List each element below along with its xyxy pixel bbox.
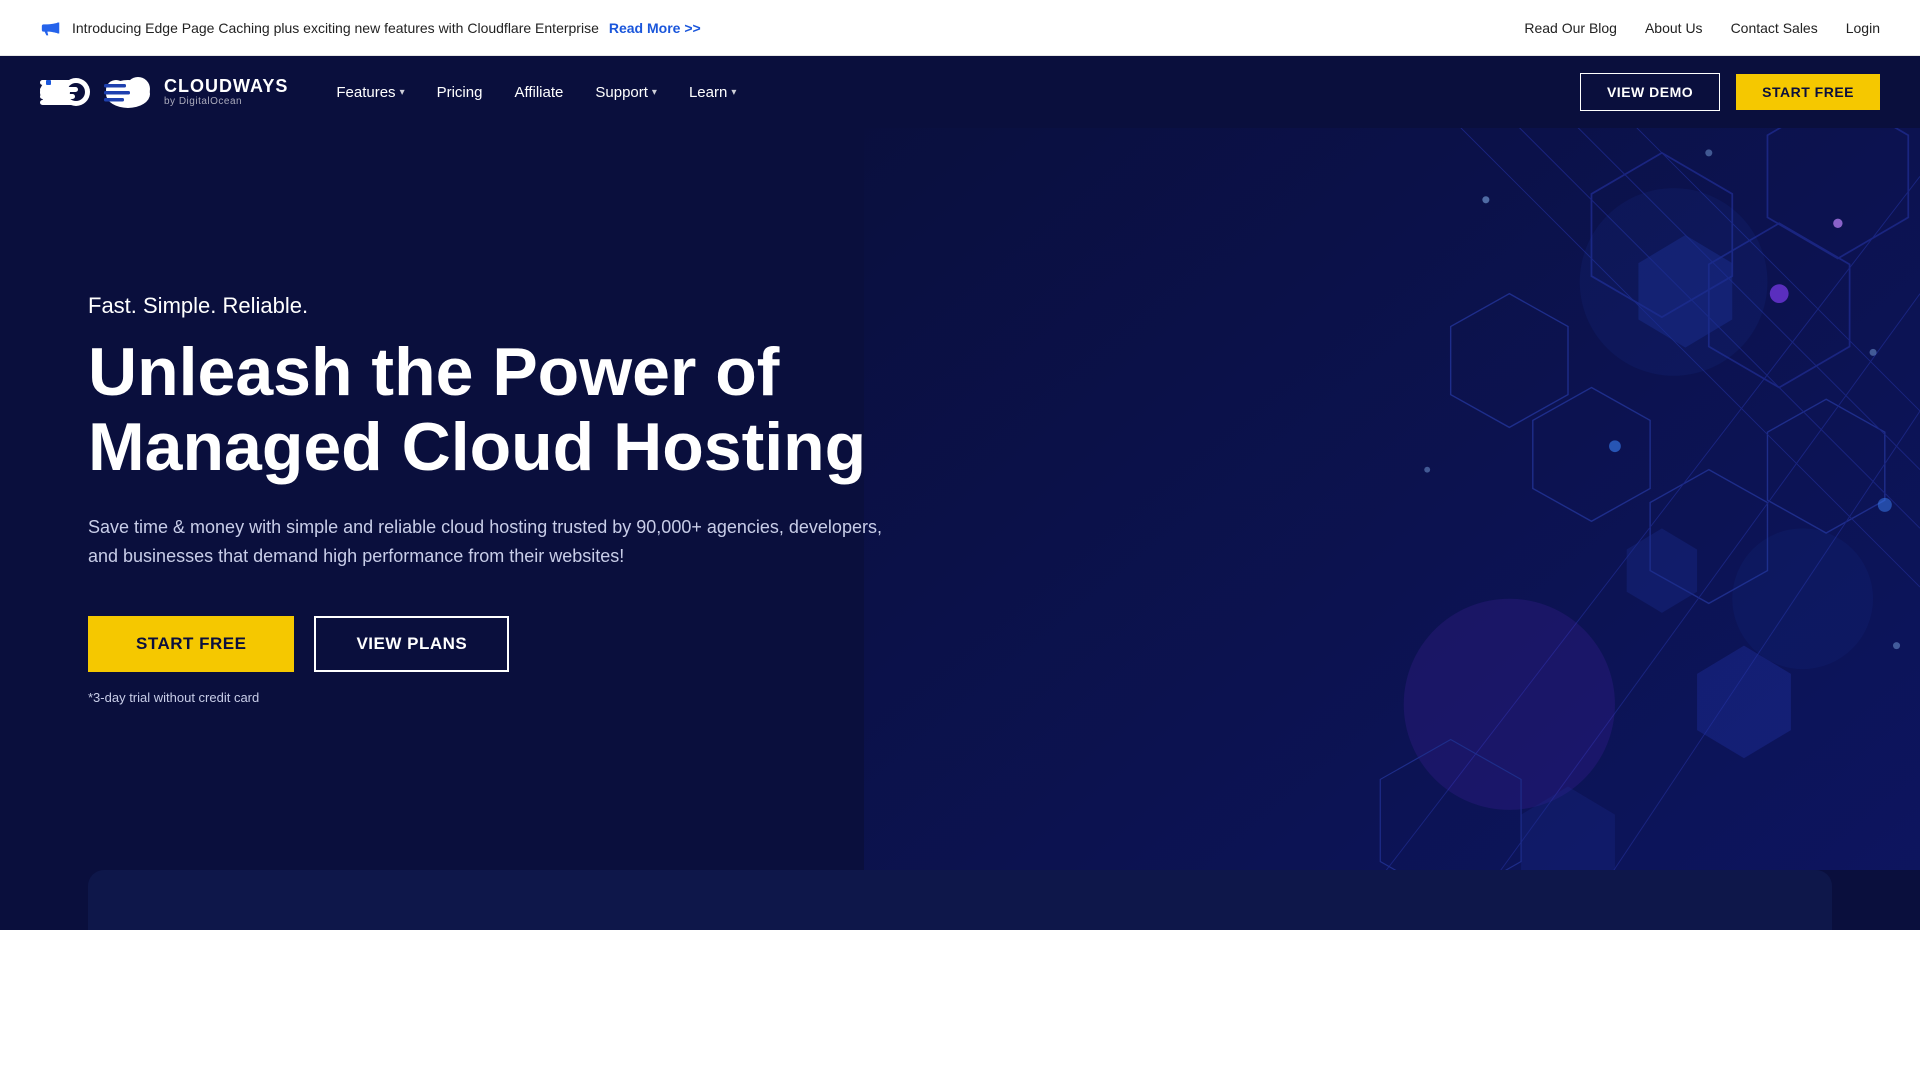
top-bar: Introducing Edge Page Caching plus excit…	[0, 0, 1920, 56]
navbar: CLOUDWAYS by DigitalOcean Features ▾ Pri…	[0, 56, 1920, 128]
top-bar-about-us[interactable]: About Us	[1645, 20, 1703, 36]
chevron-down-icon: ▾	[731, 87, 736, 98]
nav-pricing[interactable]: Pricing	[437, 84, 483, 101]
hero-buttons: START FREE VIEW PLANS	[88, 616, 908, 672]
navbar-right: VIEW DEMO START FREE	[1580, 73, 1880, 111]
bottom-card	[88, 870, 1832, 930]
nav-support[interactable]: Support ▾	[595, 84, 657, 101]
view-plans-button[interactable]: VIEW PLANS	[314, 616, 509, 672]
logo[interactable]: CLOUDWAYS by DigitalOcean	[40, 72, 288, 112]
bottom-section	[0, 870, 1920, 930]
read-more-link[interactable]: Read More >>	[609, 20, 701, 36]
nav-learn[interactable]: Learn ▾	[689, 84, 736, 101]
hero-section: Fast. Simple. Reliable. Unleash the Powe…	[0, 128, 1920, 870]
megaphone-icon	[40, 17, 62, 39]
hero-content: Fast. Simple. Reliable. Unleash the Powe…	[88, 293, 908, 705]
chevron-down-icon: ▾	[400, 87, 405, 98]
logo-text: CLOUDWAYS by DigitalOcean	[164, 77, 288, 108]
hero-title: Unleash the Power of Managed Cloud Hosti…	[88, 335, 908, 485]
top-bar-read-our-blog[interactable]: Read Our Blog	[1524, 20, 1617, 36]
hero-tagline: Fast. Simple. Reliable.	[88, 293, 908, 319]
top-bar-links: Read Our Blog About Us Contact Sales Log…	[1524, 20, 1880, 36]
cloudways-logo-icon	[102, 74, 154, 110]
nav-features[interactable]: Features ▾	[336, 84, 404, 101]
hero-background	[864, 128, 1920, 870]
chevron-down-icon: ▾	[652, 87, 657, 98]
trial-note: *3-day trial without credit card	[88, 690, 908, 705]
top-bar-login[interactable]: Login	[1846, 20, 1880, 36]
logo-icon	[40, 72, 92, 112]
view-demo-button[interactable]: VIEW DEMO	[1580, 73, 1720, 111]
hero-description: Save time & money with simple and reliab…	[88, 513, 908, 572]
top-bar-contact-sales[interactable]: Contact Sales	[1731, 20, 1818, 36]
nav-links: Features ▾ Pricing Affiliate Support ▾ L…	[336, 84, 736, 101]
top-bar-announcement: Introducing Edge Page Caching plus excit…	[40, 17, 701, 39]
start-free-button[interactable]: START FREE	[88, 616, 294, 672]
announcement-text: Introducing Edge Page Caching plus excit…	[72, 20, 599, 36]
nav-affiliate[interactable]: Affiliate	[514, 84, 563, 101]
navbar-left: CLOUDWAYS by DigitalOcean Features ▾ Pri…	[40, 72, 736, 112]
start-free-nav-button[interactable]: START FREE	[1736, 74, 1880, 110]
